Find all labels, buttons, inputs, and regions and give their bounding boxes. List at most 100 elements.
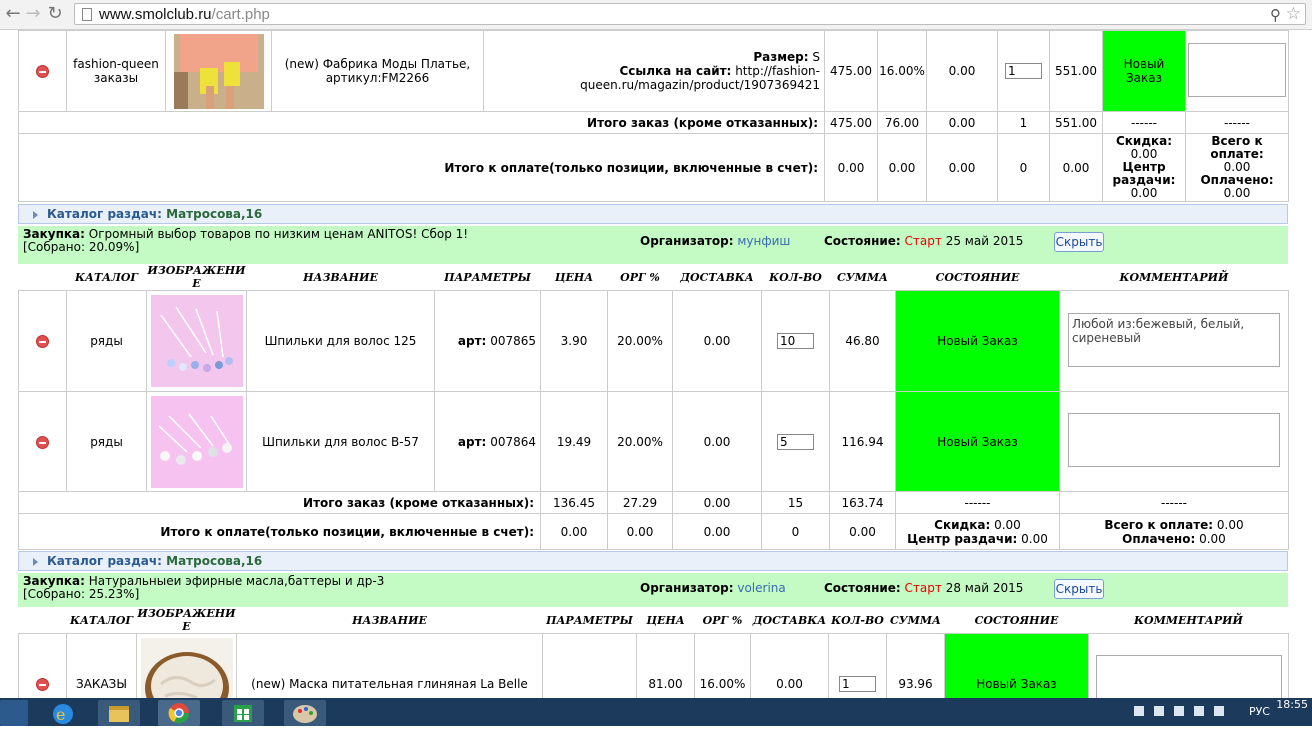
hide-button[interactable]: Скрыть	[1054, 232, 1104, 252]
address-bar[interactable]: www.smolclub.ru/cart.php ⚲ ☆	[74, 3, 1306, 25]
store-icon[interactable]	[222, 700, 264, 726]
quantity-input[interactable]	[777, 433, 814, 450]
pay-all-cell: Всего к оплате: 0.00 Оплачено: 0.00	[1059, 513, 1289, 550]
ie-icon[interactable]: e	[44, 700, 82, 726]
pay-discount-cell: Скидка: 0.00 Центр раздачи: 0.00	[1102, 133, 1186, 202]
purchase-header: Закупка: Натуральныеи эфирные масла,батт…	[18, 573, 1288, 607]
header-org: ОРГ %	[620, 270, 660, 284]
header-qty: КОЛ-ВО	[769, 270, 822, 284]
remove-item-icon[interactable]	[36, 335, 49, 348]
flag-icon[interactable]	[1214, 706, 1224, 716]
header-image: ИЗОБРАЖЕНИЕ	[137, 607, 236, 633]
item-image[interactable]	[165, 30, 272, 112]
param-size-label: Размер:	[753, 50, 809, 64]
volume-icon[interactable]	[1194, 706, 1204, 716]
purchase-title[interactable]: Натуральныеи эфирные масла,баттеры и др-…	[89, 574, 385, 588]
status-badge: Новый Заказ	[944, 633, 1089, 698]
purchase-title[interactable]: Огромный выбор товаров по низким ценам A…	[89, 227, 468, 241]
header-status: СОСТОЯНИЕ	[974, 613, 1059, 627]
paid-value: 0.00	[1223, 186, 1251, 200]
state-value: Старт	[904, 234, 942, 248]
item-delivery: 0.00	[672, 391, 762, 492]
total-pay-row: Итого к оплате(только позиции, включенны…	[18, 513, 1289, 550]
item-image[interactable]	[146, 290, 247, 392]
center-value: 0.00	[1021, 531, 1048, 546]
remove-item-icon[interactable]	[36, 65, 49, 78]
catalog-location: Матросова,16	[166, 554, 263, 568]
state-date: 25 май 2015	[945, 234, 1024, 248]
header-qty: КОЛ-ВО	[831, 613, 884, 627]
comment-field[interactable]: Любой из:бежевый, белый, сиреневый	[1068, 312, 1280, 367]
total-order-row: Итого заказ (кроме отказанных): 475.00 7…	[18, 111, 1289, 134]
pay-delivery: 0.00	[926, 133, 998, 202]
network-icon[interactable]	[1154, 706, 1164, 716]
total-delivery: 0.00	[926, 111, 998, 134]
param-size: S	[812, 50, 820, 64]
pay-qty: 0	[761, 513, 830, 550]
organizer-link[interactable]: volerina	[737, 581, 785, 595]
cart-table-3: КАТАЛОГ ИЗОБРАЖЕНИЕ НАЗВАНИЕ ПАРАМЕТРЫ Ц…	[18, 607, 1289, 698]
table-row: fashion-queen заказы (new) Фабрика Моды …	[18, 30, 1289, 112]
status-badge: Новый Заказ	[895, 290, 1060, 392]
expand-triangle-icon[interactable]	[33, 558, 38, 566]
item-org: 20.00%	[607, 391, 673, 492]
item-catalog: ряды	[66, 290, 147, 392]
catalog-bar[interactable]: Каталог раздач: Матросова,16	[18, 551, 1288, 571]
total-order-label: Итого заказ (кроме отказанных):	[18, 491, 541, 514]
header-comment: КОММЕНТАРИЙ	[1134, 613, 1243, 627]
reload-icon[interactable]: ↻	[44, 2, 66, 26]
quantity-input[interactable]	[1005, 63, 1042, 79]
explorer-icon[interactable]	[98, 700, 140, 726]
discount-value: 0.00	[1130, 147, 1158, 161]
table-row: ряды Шпильки для волос 125 арт: 007865 3…	[18, 290, 1289, 392]
tray-arrow-icon[interactable]	[1134, 706, 1144, 716]
bookmark-star-icon[interactable]: ☆	[1286, 4, 1301, 24]
quantity-input[interactable]	[839, 675, 876, 692]
comment-field[interactable]	[1188, 42, 1286, 97]
item-image[interactable]	[146, 391, 247, 492]
item-sum: 551.00	[1049, 30, 1103, 112]
center-value: 0.00	[1130, 186, 1158, 200]
item-price: 475.00	[824, 30, 878, 112]
url-path: /cart.php	[211, 6, 270, 23]
catalog-bar[interactable]: Каталог раздач: Матросова,16	[18, 204, 1288, 224]
quantity-input[interactable]	[777, 333, 814, 349]
item-name: Шпильки для волос В-57	[246, 391, 435, 492]
chrome-icon[interactable]	[158, 700, 200, 726]
page-icon	[82, 8, 92, 21]
expand-triangle-icon[interactable]	[33, 211, 38, 219]
discount-label: Скидка:	[1115, 134, 1173, 148]
header-image: ИЗОБРАЖЕНИЕ	[147, 264, 246, 290]
item-name: (new) Фабрика Моды Платье, артикул:FM226…	[271, 30, 484, 112]
total-order-row: Итого заказ (кроме отказанных): 136.45 2…	[18, 491, 1289, 514]
remove-item-icon[interactable]	[36, 435, 49, 449]
cart-table-2: КАТАЛОГ ИЗОБРАЖЕНИЕ НАЗВАНИЕ ПАРАМЕТРЫ Ц…	[18, 264, 1289, 550]
paint-icon[interactable]	[284, 700, 326, 726]
item-name: Шпильки для волос 125	[246, 290, 435, 392]
status-badge: Новый Заказ	[895, 391, 1060, 492]
clock[interactable]: 18:55	[1276, 698, 1308, 711]
header-name: НАЗВАНИЕ	[352, 613, 427, 627]
catalog-location: Матросова,16	[166, 207, 263, 221]
param-label: арт:	[457, 334, 487, 348]
remove-item-icon[interactable]	[36, 677, 49, 691]
table-row: ЗАКАЗЫ (new) Маска питательная глиняная …	[18, 633, 1289, 698]
comment-field[interactable]	[1068, 413, 1280, 467]
url-text[interactable]: www.smolclub.ru/cart.php	[99, 5, 270, 24]
item-image[interactable]	[136, 633, 237, 698]
item-delivery: 0.00	[926, 30, 998, 112]
language-indicator[interactable]: РУС	[1249, 705, 1270, 718]
organizer-label: Организатор:	[640, 234, 734, 248]
start-button[interactable]	[0, 700, 28, 726]
table-header: КАТАЛОГ ИЗОБРАЖЕНИЕ НАЗВАНИЕ ПАРАМЕТРЫ Ц…	[19, 264, 1289, 291]
zoom-icon[interactable]: ⚲	[1270, 6, 1281, 24]
comment-field[interactable]	[1095, 655, 1282, 698]
signal-icon[interactable]	[1174, 706, 1184, 716]
back-icon[interactable]: ←	[2, 2, 24, 26]
item-org: 16.00%	[877, 30, 927, 112]
all-label: Всего к оплате:	[1104, 517, 1214, 532]
organizer-link[interactable]: мунфиш	[737, 234, 790, 248]
state-value: Старт	[904, 581, 942, 595]
hide-button[interactable]: Скрыть	[1054, 579, 1104, 599]
forward-icon[interactable]: →	[22, 2, 44, 26]
